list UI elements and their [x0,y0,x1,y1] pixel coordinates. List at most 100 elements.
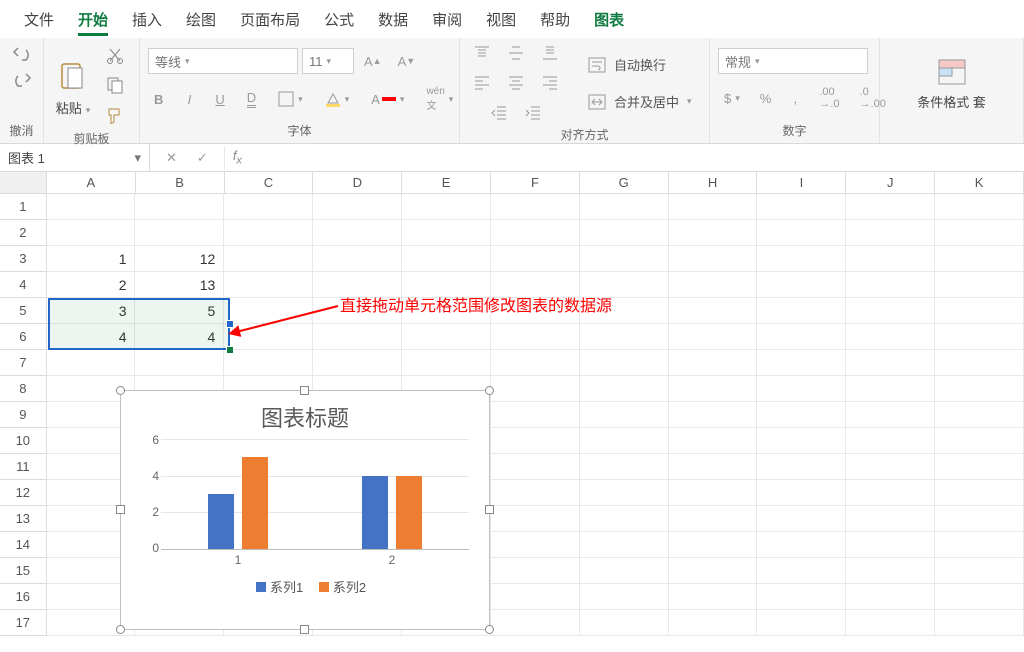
cell-I9[interactable] [757,402,846,428]
cell-F6[interactable] [491,324,580,350]
fill-color-button[interactable] [319,87,356,111]
cell-H12[interactable] [669,480,758,506]
cell-I2[interactable] [757,220,846,246]
border-button[interactable] [272,87,309,111]
cell-D2[interactable] [313,220,402,246]
cell-D1[interactable] [313,194,402,220]
merge-center-button[interactable]: 合并及居中 [582,88,698,115]
col-C[interactable]: C [225,172,314,194]
currency-button[interactable]: $ [718,87,746,110]
increase-decimal-button[interactable]: .00→.0 [813,82,845,114]
cell-A3[interactable]: 1 [47,246,136,272]
conditional-format-button[interactable]: 条件格式 套 [917,92,986,111]
chart-object[interactable]: 图表标题 6 4 2 0 1 2 系列1 系列2 [120,390,490,630]
cell-K14[interactable] [935,532,1024,558]
cell-K4[interactable] [935,272,1024,298]
cell-I6[interactable] [757,324,846,350]
cell-A2[interactable] [47,220,136,246]
cell-D7[interactable] [313,350,402,376]
cell-E2[interactable] [402,220,491,246]
cell-G3[interactable] [580,246,669,272]
cell-B2[interactable] [135,220,224,246]
cell-K2[interactable] [935,220,1024,246]
fx-icon[interactable]: fx [225,148,250,167]
cell-I10[interactable] [757,428,846,454]
conditional-format-icon[interactable] [931,54,973,90]
cell-K10[interactable] [935,428,1024,454]
copy-button[interactable] [100,72,130,98]
cell-I5[interactable] [757,298,846,324]
cell-E6[interactable] [402,324,491,350]
cell-G6[interactable] [580,324,669,350]
undo-button[interactable] [6,42,38,68]
cell-H16[interactable] [669,584,758,610]
cell-F2[interactable] [491,220,580,246]
cell-F1[interactable] [491,194,580,220]
cell-H7[interactable] [669,350,758,376]
drag-handle-corner[interactable] [226,346,234,354]
cell-H1[interactable] [669,194,758,220]
row-3[interactable]: 3 [0,246,47,272]
cell-H15[interactable] [669,558,758,584]
cell-H10[interactable] [669,428,758,454]
col-J[interactable]: J [846,172,935,194]
cell-F12[interactable] [491,480,580,506]
row-9[interactable]: 9 [0,402,47,428]
cell-A5[interactable]: 3 [47,298,136,324]
cell-A1[interactable] [47,194,136,220]
row-7[interactable]: 7 [0,350,47,376]
italic-button[interactable]: I [179,88,199,111]
row-5[interactable]: 5 [0,298,47,324]
bar-系列1-2[interactable] [362,476,388,549]
cell-F7[interactable] [491,350,580,376]
cell-J12[interactable] [846,480,935,506]
cell-G1[interactable] [580,194,669,220]
cell-I7[interactable] [757,350,846,376]
cell-I17[interactable] [757,610,846,636]
font-size-select[interactable]: 11 [302,48,354,74]
cell-J17[interactable] [846,610,935,636]
cell-G17[interactable] [580,610,669,636]
cell-I12[interactable] [757,480,846,506]
cell-J6[interactable] [846,324,935,350]
row-15[interactable]: 15 [0,558,47,584]
cell-J11[interactable] [846,454,935,480]
row-8[interactable]: 8 [0,376,47,402]
align-right-button[interactable] [536,72,564,94]
cell-E1[interactable] [402,194,491,220]
cell-K7[interactable] [935,350,1024,376]
decrease-font-button[interactable]: A▼ [392,50,422,73]
cell-F10[interactable] [491,428,580,454]
cell-J10[interactable] [846,428,935,454]
cell-K3[interactable] [935,246,1024,272]
row-16[interactable]: 16 [0,584,47,610]
cell-A6[interactable]: 4 [47,324,136,350]
cell-B5[interactable]: 5 [135,298,224,324]
col-F[interactable]: F [491,172,580,194]
cell-E7[interactable] [402,350,491,376]
row-1[interactable]: 1 [0,194,47,220]
row-6[interactable]: 6 [0,324,47,350]
bold-button[interactable]: B [148,88,169,111]
percent-button[interactable]: % [754,87,778,110]
cell-H6[interactable] [669,324,758,350]
cell-K17[interactable] [935,610,1024,636]
cell-I14[interactable] [757,532,846,558]
cell-H17[interactable] [669,610,758,636]
cell-H9[interactable] [669,402,758,428]
tab-review[interactable]: 审阅 [420,1,474,38]
cell-G13[interactable] [580,506,669,532]
paste-button[interactable]: 粘贴 [56,98,91,117]
cell-E3[interactable] [402,246,491,272]
cell-G7[interactable] [580,350,669,376]
row-11[interactable]: 11 [0,454,47,480]
align-center-button[interactable] [502,72,530,94]
bar-系列2-2[interactable] [396,476,422,549]
tab-formulas[interactable]: 公式 [312,1,366,38]
cell-K12[interactable] [935,480,1024,506]
cell-B6[interactable]: 4 [135,324,224,350]
cell-H14[interactable] [669,532,758,558]
tab-chart[interactable]: 图表 [582,1,636,38]
cell-I3[interactable] [757,246,846,272]
paste-icon[interactable] [52,54,94,96]
